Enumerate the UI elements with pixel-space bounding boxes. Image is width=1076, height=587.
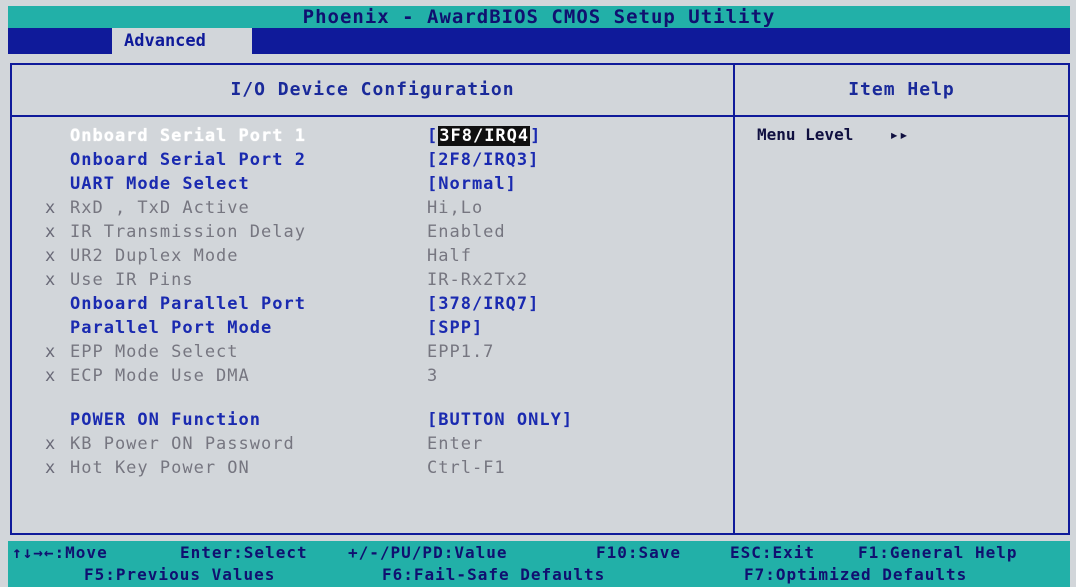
tab-advanced[interactable]: Advanced	[112, 28, 252, 54]
setting-ur2-duplex-mode: x UR2 Duplex Mode Half	[12, 245, 733, 267]
key-help-bar: ↑↓→←:Move Enter:Select +/-/PU/PD:Value F…	[8, 541, 1070, 587]
setting-hot-key-power-on: x Hot Key Power ON Ctrl-F1	[12, 457, 733, 479]
setting-value[interactable]: [2F8/IRQ3]	[427, 149, 539, 171]
key-move: ↑↓→←:Move	[12, 543, 108, 562]
setting-label: RxD , TxD Active	[70, 198, 250, 218]
double-arrow-icon: ▸▸	[889, 125, 909, 144]
setting-label: KB Power ON Password	[70, 434, 295, 454]
disabled-mark: x	[45, 366, 57, 386]
setting-value: Enabled	[427, 222, 506, 242]
key-exit: ESC:Exit	[730, 543, 816, 562]
menu-level: Menu Level ▸▸	[757, 125, 909, 144]
disabled-mark: x	[45, 458, 57, 478]
panel-title: I/O Device Configuration	[12, 65, 733, 117]
setting-value[interactable]: [3F8/IRQ4]	[427, 125, 541, 147]
setting-label: Onboard Serial Port 2	[70, 150, 306, 170]
setting-value[interactable]: [378/IRQ7]	[427, 293, 539, 315]
setting-onboard-serial-port-2[interactable]: Onboard Serial Port 2 [2F8/IRQ3]	[12, 149, 733, 171]
main-frame: I/O Device Configuration Onboard Serial …	[10, 63, 1070, 535]
setting-rxd-txd-active: x RxD , TxD Active Hi,Lo	[12, 197, 733, 219]
settings-panel: I/O Device Configuration Onboard Serial …	[12, 65, 735, 533]
app-title: Phoenix - AwardBIOS CMOS Setup Utility	[8, 6, 1070, 28]
setting-value: Enter	[427, 434, 484, 454]
setting-value: IR-Rx2Tx2	[427, 270, 529, 290]
setting-value[interactable]: [SPP]	[427, 317, 483, 339]
setting-value: Hi,Lo	[427, 198, 484, 218]
help-panel: Item Help Menu Level ▸▸	[735, 65, 1068, 533]
help-title: Item Help	[735, 65, 1068, 117]
disabled-mark: x	[45, 198, 57, 218]
setting-ecp-mode-use-dma: x ECP Mode Use DMA 3	[12, 365, 733, 387]
setting-label: Hot Key Power ON	[70, 458, 250, 478]
key-select: Enter:Select	[180, 543, 308, 562]
setting-value: 3	[427, 366, 439, 386]
setting-label: ECP Mode Use DMA	[70, 366, 250, 386]
setting-power-on-function[interactable]: POWER ON Function [BUTTON ONLY]	[12, 409, 733, 431]
disabled-mark: x	[45, 434, 57, 454]
disabled-mark: x	[45, 246, 57, 266]
setting-onboard-parallel-port[interactable]: Onboard Parallel Port [378/IRQ7]	[12, 293, 733, 315]
setting-parallel-port-mode[interactable]: Parallel Port Mode [SPP]	[12, 317, 733, 339]
setting-epp-mode-select: x EPP Mode Select EPP1.7	[12, 341, 733, 363]
setting-label: IR Transmission Delay	[70, 222, 306, 242]
disabled-mark: x	[45, 342, 57, 362]
setting-label: Parallel Port Mode	[70, 318, 273, 338]
setting-value[interactable]: [Normal]	[427, 173, 517, 195]
setting-value: Ctrl-F1	[427, 458, 506, 478]
key-general-help: F1:General Help	[858, 543, 1018, 562]
bios-screen: Phoenix - AwardBIOS CMOS Setup Utility A…	[0, 0, 1076, 587]
setting-label: Use IR Pins	[70, 270, 194, 290]
key-save: F10:Save	[596, 543, 682, 562]
disabled-mark: x	[45, 270, 57, 290]
disabled-mark: x	[45, 222, 57, 242]
setting-onboard-serial-port-1[interactable]: Onboard Serial Port 1 [3F8/IRQ4]	[12, 125, 733, 147]
setting-value: EPP1.7	[427, 342, 495, 362]
key-previous-values: F5:Previous Values	[84, 565, 276, 584]
key-value: +/-/PU/PD:Value	[348, 543, 508, 562]
key-optimized-defaults: F7:Optimized Defaults	[744, 565, 968, 584]
setting-uart-mode-select[interactable]: UART Mode Select [Normal]	[12, 173, 733, 195]
setting-label: Onboard Parallel Port	[70, 294, 306, 314]
setting-label: POWER ON Function	[70, 410, 261, 430]
setting-ir-transmission-delay: x IR Transmission Delay Enabled	[12, 221, 733, 243]
setting-label: Onboard Serial Port 1	[70, 126, 306, 146]
setting-value: Half	[427, 246, 472, 266]
setting-kb-power-on-password: x KB Power ON Password Enter	[12, 433, 733, 455]
setting-label: UART Mode Select	[70, 174, 250, 194]
menu-level-label: Menu Level	[757, 125, 854, 144]
setting-label: UR2 Duplex Mode	[70, 246, 239, 266]
setting-value[interactable]: [BUTTON ONLY]	[427, 409, 573, 431]
menu-bar: Advanced	[8, 28, 1070, 54]
setting-use-ir-pins: x Use IR Pins IR-Rx2Tx2	[12, 269, 733, 291]
key-fail-safe-defaults: F6:Fail-Safe Defaults	[382, 565, 606, 584]
setting-label: EPP Mode Select	[70, 342, 239, 362]
